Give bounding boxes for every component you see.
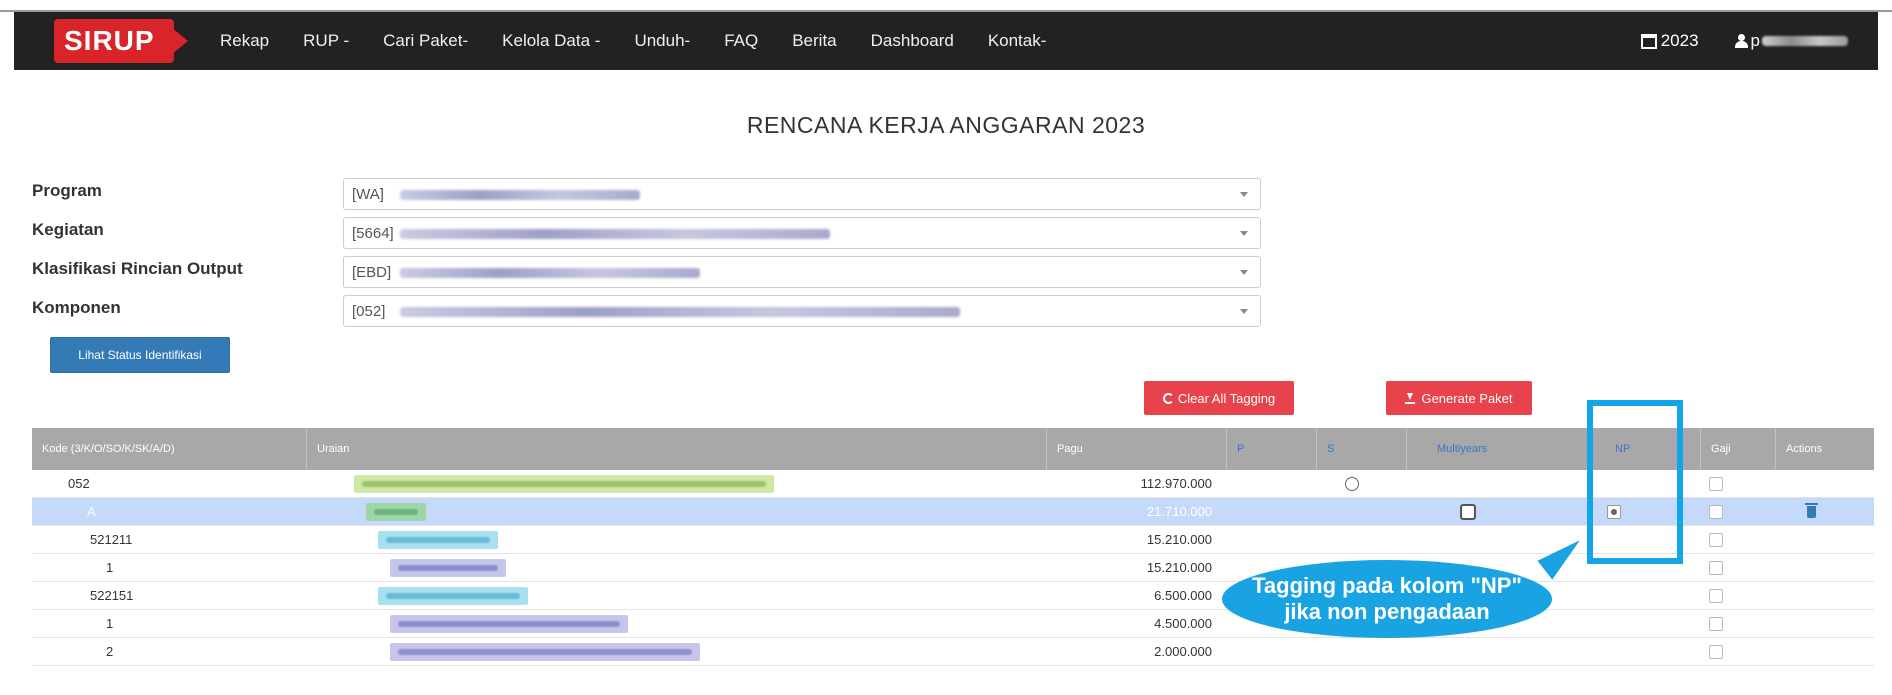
nav-berita[interactable]: Berita xyxy=(792,31,836,51)
row-kode: A xyxy=(87,504,96,519)
th-gaji[interactable]: Gaji xyxy=(1701,428,1776,470)
th-uraian[interactable]: Uraian xyxy=(307,428,1047,470)
komponen-code: [052] xyxy=(352,303,386,320)
nav-faq[interactable]: FAQ xyxy=(724,31,758,51)
multiyears-checkbox[interactable] xyxy=(1460,504,1476,520)
row-pagu: 2.000.000 xyxy=(1154,644,1212,659)
row-kode: 052 xyxy=(68,476,90,491)
row-uraian-redacted xyxy=(354,475,774,493)
th-actions[interactable]: Actions xyxy=(1776,428,1874,470)
gaji-checkbox[interactable] xyxy=(1709,617,1723,631)
page-title: RENCANA KERJA ANGGARAN 2023 xyxy=(746,112,1146,138)
chevron-down-icon xyxy=(1240,231,1248,236)
row-kode: 2 xyxy=(106,644,114,659)
calendar-icon xyxy=(1640,33,1657,49)
kegiatan-name-redacted xyxy=(400,229,830,239)
program-name-redacted xyxy=(400,190,640,200)
user-icon xyxy=(1734,34,1748,48)
nav-right: 2023 p xyxy=(1605,12,1848,70)
nav-dashboard[interactable]: Dashboard xyxy=(871,31,954,51)
kro-select[interactable]: [EBD] xyxy=(343,256,1261,288)
nav-kelola-data[interactable]: Kelola Data - xyxy=(502,31,600,51)
kegiatan-label: Kegiatan xyxy=(32,220,104,239)
gaji-checkbox[interactable] xyxy=(1709,477,1723,491)
row-pagu: 15.210.000 xyxy=(1146,532,1212,547)
th-s[interactable]: S xyxy=(1317,428,1407,470)
row-pagu: 4.500.000 xyxy=(1154,616,1212,631)
top-strip xyxy=(0,0,1892,12)
nav-cari-paket[interactable]: Cari Paket- xyxy=(383,31,468,51)
sirup-logo[interactable]: SIRUP xyxy=(54,19,196,63)
table-row: 2 2.000.000 xyxy=(32,638,1874,666)
komponen-name-redacted xyxy=(400,307,960,317)
gaji-checkbox[interactable] xyxy=(1709,589,1723,603)
th-p[interactable]: P xyxy=(1227,428,1317,470)
kro-label: Klasifikasi Rincian Output xyxy=(32,259,243,278)
komponen-select[interactable]: [052] xyxy=(343,295,1261,327)
row-uraian-redacted xyxy=(378,587,528,605)
row-kode: 521211 xyxy=(90,532,133,547)
program-select[interactable]: [WA] xyxy=(343,178,1261,210)
kegiatan-select[interactable]: [5664] xyxy=(343,217,1261,249)
program-label: Program xyxy=(32,181,102,200)
kro-name-redacted xyxy=(400,268,700,278)
program-code: [WA] xyxy=(352,186,384,203)
nav-menu: Rekap RUP - Cari Paket- Kelola Data - Un… xyxy=(220,12,1080,70)
row-pagu: 21.710.000 xyxy=(1146,504,1212,519)
gaji-checkbox[interactable] xyxy=(1709,505,1723,519)
nav-kontak[interactable]: Kontak- xyxy=(988,31,1047,51)
th-kode[interactable]: Kode (3/K/O/SO/K/SK/A/D) xyxy=(32,428,307,470)
row-pagu: 15.210.000 xyxy=(1146,560,1212,575)
callout-bubble: Tagging pada kolom "NP" jika non pengada… xyxy=(1222,560,1552,638)
refresh-icon xyxy=(1162,392,1174,404)
row-kode: 1 xyxy=(106,560,114,575)
top-navbar: SIRUP Rekap RUP - Cari Paket- Kelola Dat… xyxy=(14,12,1878,70)
generate-paket-label: Generate Paket xyxy=(1421,390,1513,406)
np-column-highlight xyxy=(1587,400,1683,564)
user-name-redacted xyxy=(1762,36,1848,46)
gaji-checkbox[interactable] xyxy=(1709,561,1723,575)
generate-paket-button[interactable]: Generate Paket xyxy=(1386,381,1532,415)
trash-icon[interactable] xyxy=(1805,503,1818,518)
clear-all-tagging-button[interactable]: Clear All Tagging xyxy=(1144,381,1294,415)
lihat-status-button[interactable]: Lihat Status Identifikasi xyxy=(50,337,230,373)
user-menu[interactable]: p xyxy=(1734,31,1848,51)
chevron-down-icon xyxy=(1240,309,1248,314)
kegiatan-code: [5664] xyxy=(352,225,394,242)
komponen-label: Komponen xyxy=(32,298,121,317)
year-label: 2023 xyxy=(1660,31,1699,50)
gaji-checkbox[interactable] xyxy=(1709,645,1723,659)
chevron-down-icon xyxy=(1240,270,1248,275)
th-multiyears[interactable]: Multiyears xyxy=(1407,428,1593,470)
callout-line-1: Tagging pada kolom "NP" xyxy=(1252,572,1522,598)
s-radio[interactable] xyxy=(1345,477,1359,491)
table-row: 522151 6.500.000 xyxy=(32,582,1874,610)
row-kode: 1 xyxy=(106,616,114,631)
user-name: p xyxy=(1750,31,1760,50)
nav-unduh[interactable]: Unduh- xyxy=(634,31,690,51)
chevron-down-icon xyxy=(1240,192,1248,197)
clear-all-tagging-label: Clear All Tagging xyxy=(1177,390,1276,406)
th-pagu[interactable]: Pagu xyxy=(1047,428,1227,470)
row-uraian-redacted xyxy=(390,615,628,633)
row-uraian-redacted xyxy=(390,643,700,661)
row-kode: 522151 xyxy=(90,588,134,603)
download-icon xyxy=(1405,392,1416,404)
table-row: 1 4.500.000 xyxy=(32,610,1874,638)
row-uraian-redacted xyxy=(390,559,506,577)
year-selector[interactable]: 2023 xyxy=(1640,31,1699,51)
nav-rekap[interactable]: Rekap xyxy=(220,31,269,51)
nav-rup[interactable]: RUP - xyxy=(303,31,349,51)
row-pagu: 6.500.000 xyxy=(1154,588,1212,603)
row-pagu: 112.970.000 xyxy=(1140,476,1212,491)
row-uraian-redacted xyxy=(366,503,426,521)
callout-line-2: jika non pengadaan xyxy=(1284,599,1490,624)
kro-code: [EBD] xyxy=(352,264,392,281)
brand-text: SIRUP xyxy=(64,25,155,56)
gaji-checkbox[interactable] xyxy=(1709,533,1723,547)
row-uraian-redacted xyxy=(378,531,498,549)
